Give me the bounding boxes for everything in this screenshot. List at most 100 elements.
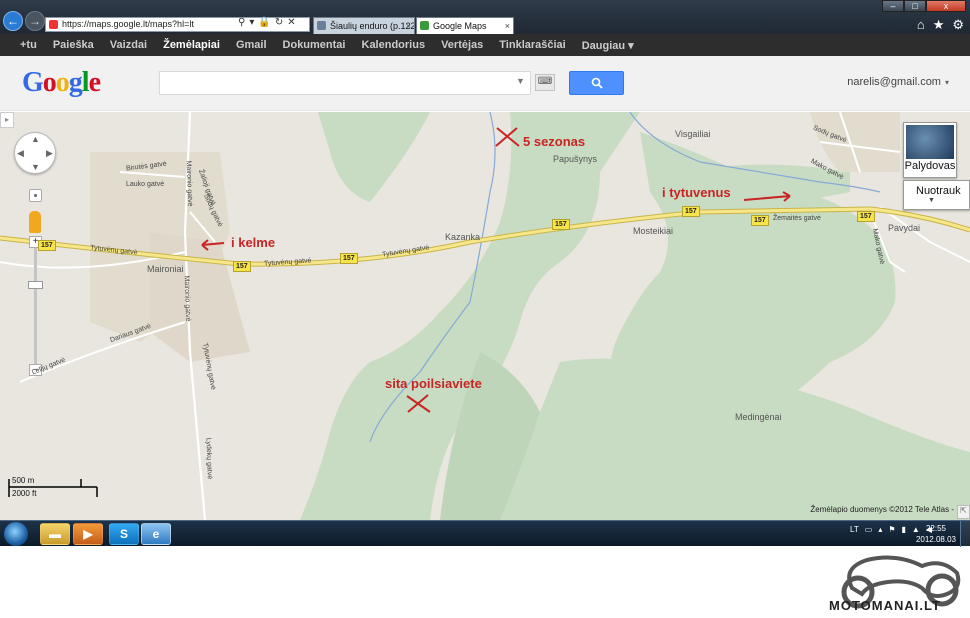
resize-corner-icon[interactable]: ⇱ [957,505,970,519]
pan-left-icon[interactable]: ◀ [17,148,24,159]
maximize-button[interactable]: □ [904,0,926,12]
pegman-icon[interactable] [29,211,41,233]
panel-expand-icon[interactable]: ▸ [0,112,14,128]
tab-google-maps[interactable]: Google Maps × [416,17,514,34]
maps-header: Google ▼ ⌨ narelis@gmail.com ▾ [0,56,970,111]
zoom-slider-handle[interactable] [28,281,43,289]
back-button[interactable]: ← [3,11,23,31]
gbar-item-blogs[interactable]: Tinklaraščiai [499,39,565,51]
tab-close-icon[interactable]: × [406,18,411,34]
map-copyright[interactable]: Žemėlapio duomenys ©2012 Tele Atlas - [810,505,954,514]
gbar-item-gmail[interactable]: Gmail [236,39,267,51]
pan-up-icon[interactable]: ▲ [31,134,40,144]
place-label: Kazanka [445,232,481,242]
arrow-left-icon: ← [7,14,19,28]
scale-imperial: 2000 ft [12,489,37,498]
star-icon[interactable]: ★ [933,17,945,33]
minimize-button[interactable]: – [882,0,904,12]
photos-toggle[interactable]: Nuotrauk ▼ [903,180,970,210]
annotation-kelme: i kelme [231,235,276,250]
street-label: Lydekų gatvė [204,437,213,480]
place-label: Maironiai [147,264,184,274]
route-shield: 157 [340,253,358,264]
tab-siauliu-enduro[interactable]: Šiaulių enduro (p.122) - × [313,17,415,34]
pan-right-icon[interactable]: ▶ [46,148,53,159]
browser-chrome: ← → https://maps.google.lt/maps?hl=lt ⚲▾… [0,0,970,34]
route-shield: 157 [857,211,875,222]
favicon-icon [49,20,58,29]
search-dropdown-icon[interactable]: ▼ [516,76,525,86]
forward-button[interactable]: → [25,11,45,31]
pan-down-icon[interactable]: ▼ [31,162,40,172]
home-icon[interactable]: ⌂ [917,17,925,33]
place-label: Visgailiai [675,129,711,139]
route-shield: 157 [682,206,700,217]
tab-close-icon[interactable]: × [505,18,510,34]
clock-date: 2012.08.03 [915,535,956,544]
dropdown-icon[interactable]: ▾ [249,17,258,28]
gbar-item-calendar[interactable]: Kalendorius [362,39,426,51]
lock-icon: 🔒 [258,17,275,28]
pan-control[interactable]: ▲ ◀ ▶ ▼ [14,132,56,174]
clock-time: 22:55 [925,524,946,533]
google-logo[interactable]: Google [22,67,101,99]
photos-label: Nuotrauk [916,185,961,197]
zoom-slider-rail[interactable] [34,240,37,370]
annotation-tytuvenus: i tytuvenus [662,185,731,200]
windows-taskbar: ▬ ▶ S e LT ▭ ▴ ⚑ ▮ ▲ ◀ 22:55 2012.08.03 [0,520,970,547]
taskbar-skype[interactable]: S [109,523,139,545]
clock[interactable]: 22:55 2012.08.03 [916,523,956,545]
watermark-text: MOTOMANAI.LT [829,598,941,613]
taskbar-media-player[interactable]: ▶ [73,523,103,545]
taskbar-internet-explorer[interactable]: e [141,523,171,545]
route-shield: 157 [38,240,56,251]
annotation-5-sezonas: 5 sezonas [523,134,586,149]
search-input[interactable] [159,71,531,95]
battery-icon[interactable]: ▮ [902,525,906,534]
window-buttons: – □ x [882,0,966,12]
gbar-item-translate[interactable]: Vertėjas [441,39,483,51]
my-location-icon[interactable] [29,189,42,202]
search-button[interactable] [569,71,624,95]
satellite-toggle[interactable]: Palydovas [903,122,957,178]
show-desktop-button[interactable] [960,521,970,547]
user-account[interactable]: narelis@gmail.com ▾ [847,76,949,88]
start-button[interactable] [4,522,28,546]
play-icon: ▶ [83,527,93,541]
map-canvas[interactable]: ▸ ▲ ◀ ▶ ▼ + – Palydovas Nuotrauk ▼ Visga… [0,112,970,520]
google-bar: +tu Paieška Vaizdai Žemėlapiai Gmail Dok… [0,34,970,56]
address-bar-icons[interactable]: ⚲▾🔒↻✕ [238,17,300,28]
folder-icon: ▬ [49,527,61,541]
close-window-button[interactable]: x [926,0,966,12]
map-scale: 500 m 2000 ft [7,475,99,501]
keyboard-icon[interactable]: ▭ [865,525,873,534]
gbar-item-maps[interactable]: Žemėlapiai [163,39,220,51]
search-icon[interactable]: ⚲ [238,17,249,28]
route-shield: 157 [233,261,251,272]
address-text: https://maps.google.lt/maps?hl=lt [62,19,194,29]
gbar-item-search[interactable]: Paieška [53,39,94,51]
route-shield: 157 [552,219,570,230]
gbar-item-plus[interactable]: +tu [20,39,37,51]
taskbar-explorer[interactable]: ▬ [40,523,70,545]
tray-arrow-icon[interactable]: ▴ [878,525,882,534]
keyboard-icon[interactable]: ⌨ [535,74,555,91]
language-indicator[interactable]: LT [850,525,859,534]
gear-icon[interactable]: ⚙ [952,17,964,33]
skype-icon: S [119,527,128,541]
ie-icon: e [152,527,160,541]
gbar-item-more[interactable]: Daugiau ▾ [582,39,634,52]
arrow-right-icon: → [29,14,41,28]
route-shield: 157 [751,215,769,226]
gbar-item-images[interactable]: Vaizdai [110,39,147,51]
favicon-icon [420,21,429,30]
favicon-icon [317,21,326,30]
tab-label: Šiaulių enduro (p.122) - [330,21,415,31]
user-email: narelis@gmail.com [847,76,941,88]
close-icon[interactable]: ✕ [287,17,299,28]
street-label: Lauko gatvė [126,181,165,188]
satellite-thumbnail [906,125,954,159]
refresh-icon[interactable]: ↻ [275,17,287,28]
gbar-item-documents[interactable]: Dokumentai [283,39,346,51]
flag-icon[interactable]: ⚑ [888,525,895,534]
